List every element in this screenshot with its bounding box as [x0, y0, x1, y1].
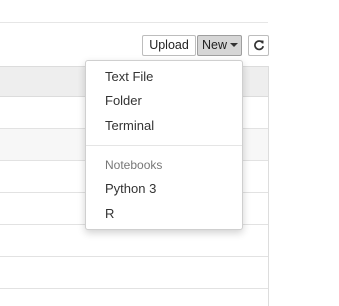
list-item[interactable]	[0, 289, 268, 306]
menu-divider	[86, 145, 242, 146]
menu-item-terminal[interactable]: Terminal	[105, 118, 154, 133]
menu-section-header: Notebooks	[105, 158, 163, 172]
menu-item-text-file[interactable]: Text File	[105, 69, 153, 84]
top-divider	[0, 22, 268, 23]
menu-item-folder[interactable]: Folder	[105, 93, 142, 108]
menu-item-python3[interactable]: Python 3	[105, 181, 156, 196]
menu-item-r[interactable]: R	[105, 206, 114, 221]
list-item[interactable]	[0, 257, 268, 289]
new-button-label: New	[202, 38, 228, 52]
refresh-button[interactable]	[248, 35, 269, 56]
refresh-icon	[249, 39, 268, 51]
caret-down-icon	[230, 43, 239, 48]
notebook-dashboard: Upload New Text File Folder Terminal Not…	[0, 0, 339, 306]
new-button[interactable]: New	[197, 35, 242, 56]
new-dropdown-menu: Text File Folder Terminal Notebooks Pyth…	[85, 60, 243, 230]
upload-button[interactable]: Upload	[142, 35, 196, 56]
